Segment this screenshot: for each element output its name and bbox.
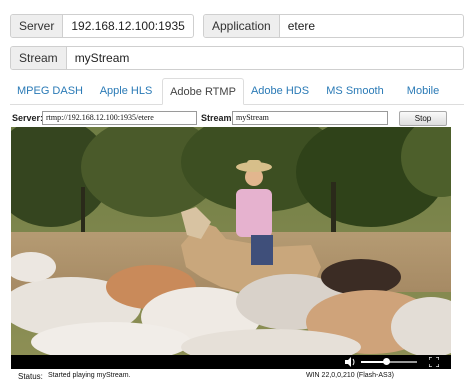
- stream-field[interactable]: Stream myStream: [10, 46, 464, 70]
- player-stream-label: Stream:: [201, 113, 235, 123]
- application-value[interactable]: etere: [280, 15, 323, 37]
- stream-value[interactable]: myStream: [67, 47, 138, 69]
- player-server-label: Server:: [12, 113, 44, 123]
- tab-mobile[interactable]: Mobile: [394, 78, 452, 104]
- tab-apple-hls[interactable]: Apple HLS: [90, 78, 162, 104]
- tab-adobe-rtmp[interactable]: Adobe RTMP: [162, 78, 244, 105]
- tab-adobe-hds[interactable]: Adobe HDS: [244, 78, 316, 104]
- player-stream-input[interactable]: myStream: [232, 111, 388, 125]
- protocol-tabs: MPEG DASH Apple HLS Adobe RTMP Adobe HDS…: [10, 78, 464, 105]
- status-label: Status:: [18, 372, 43, 381]
- server-field[interactable]: Server 192.168.12.100:1935: [10, 14, 194, 38]
- volume-slider-thumb[interactable]: [383, 358, 390, 365]
- flash-version: WIN 22,0,0,210 (Flash-AS3): [306, 372, 394, 379]
- fullscreen-icon[interactable]: [429, 357, 439, 367]
- speaker-icon[interactable]: [344, 357, 356, 367]
- stream-label: Stream: [11, 47, 67, 69]
- application-label: Application: [204, 15, 280, 37]
- video-image: [11, 127, 451, 355]
- stop-button[interactable]: Stop: [399, 111, 447, 126]
- video-frame[interactable]: [11, 127, 451, 355]
- server-label: Server: [11, 15, 64, 37]
- tab-ms-smooth[interactable]: MS Smooth: [316, 78, 394, 104]
- video-control-bar: [11, 355, 451, 369]
- tab-mpeg-dash[interactable]: MPEG DASH: [10, 78, 90, 104]
- status-text: Started playing myStream.: [48, 372, 131, 379]
- server-value[interactable]: 192.168.12.100:1935: [63, 15, 192, 37]
- application-field[interactable]: Application etere: [203, 14, 464, 38]
- player-server-input[interactable]: rtmp://192.168.12.100:1935/etere: [42, 111, 197, 125]
